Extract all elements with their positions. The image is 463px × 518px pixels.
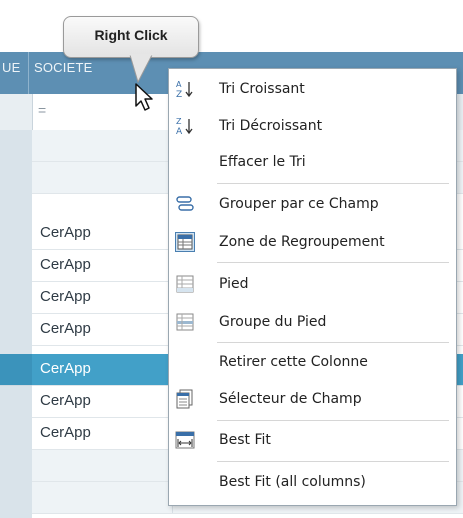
filter-operator[interactable]: = (38, 102, 46, 118)
cell-societe: CerApp (40, 392, 91, 409)
menu-separator (217, 420, 449, 421)
menu-item-sort-ascending[interactable]: A Z Tri Croissant (169, 72, 456, 106)
callout-tail (129, 54, 153, 84)
menu-item-label: Retirer cette Colonne (219, 354, 368, 370)
best-fit-icon (175, 431, 195, 449)
menu-separator (217, 183, 449, 184)
menu-item-label: Best Fit (219, 432, 271, 448)
sort-descending-icon: Z A (176, 117, 193, 136)
field-chooser-icon (176, 389, 193, 409)
menu-item-label: Effacer le Tri (219, 154, 306, 170)
right-click-callout: Right Click (63, 16, 199, 58)
menu-item-label: Groupe du Pied (219, 314, 327, 330)
svg-text:Z: Z (176, 117, 182, 126)
cell-societe: CerApp (40, 256, 91, 273)
menu-item-label: Pied (219, 276, 249, 292)
row-indicator-selected (0, 354, 32, 386)
menu-item-footer[interactable]: Pied (169, 267, 456, 301)
menu-item-label: Sélecteur de Champ (219, 391, 362, 407)
menu-item-group-by-field[interactable]: Grouper par ce Champ (169, 187, 456, 221)
group-by-field-icon (176, 196, 194, 211)
cell-societe: CerApp (40, 360, 91, 377)
column-divider (28, 52, 29, 94)
row-indicator-column (0, 130, 32, 518)
cell-societe: CerApp (40, 288, 91, 305)
group-area-icon (175, 232, 195, 252)
column-context-menu: A Z Tri Croissant Z A Tri Décroissant Ef… (168, 68, 457, 506)
menu-item-field-chooser[interactable]: Sélecteur de Champ (169, 382, 456, 416)
callout-text: Right Click (94, 27, 168, 43)
svg-text:A: A (176, 127, 183, 136)
svg-text:A: A (176, 80, 182, 89)
cell-societe: CerApp (40, 224, 91, 241)
menu-item-label: Tri Croissant (219, 81, 305, 97)
menu-item-clear-sort[interactable]: Effacer le Tri (169, 145, 456, 179)
footer-icon (176, 275, 194, 293)
column-header-societe[interactable]: SOCIETE (34, 60, 92, 75)
mouse-pointer-icon (135, 83, 153, 111)
menu-item-group-area[interactable]: Zone de Regroupement (169, 225, 456, 259)
sort-ascending-icon: A Z (176, 80, 193, 99)
column-header-ue[interactable]: UE (2, 60, 20, 75)
menu-item-label: Zone de Regroupement (219, 234, 385, 250)
cell-societe: CerApp (40, 424, 91, 441)
menu-item-label: Tri Décroissant (219, 118, 323, 134)
menu-item-label: Best Fit (all columns) (219, 474, 366, 490)
menu-item-sort-descending[interactable]: Z A Tri Décroissant (169, 109, 456, 143)
group-footer-icon (176, 313, 194, 331)
menu-item-best-fit[interactable]: Best Fit (169, 423, 456, 457)
menu-separator (217, 342, 449, 343)
cell-societe: CerApp (40, 320, 91, 337)
menu-item-group-footer[interactable]: Groupe du Pied (169, 305, 456, 339)
menu-item-best-fit-all[interactable]: Best Fit (all columns) (169, 465, 456, 499)
menu-item-remove-column[interactable]: Retirer cette Colonne (169, 345, 456, 379)
menu-separator (217, 262, 449, 263)
menu-item-label: Grouper par ce Champ (219, 196, 379, 212)
menu-separator (217, 461, 449, 462)
svg-text:Z: Z (176, 90, 182, 99)
